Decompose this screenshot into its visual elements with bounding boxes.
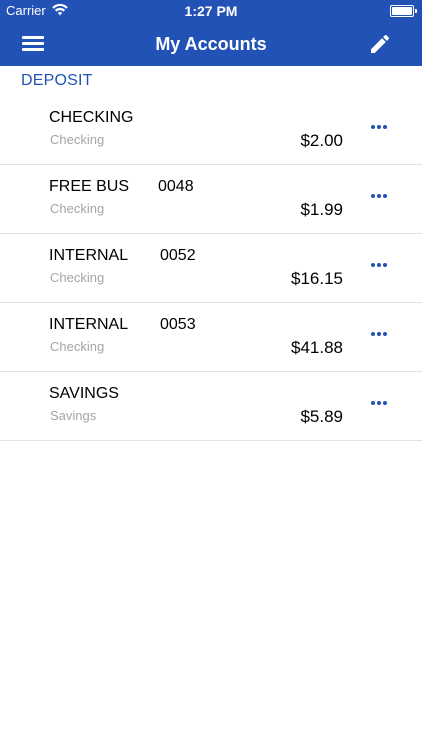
account-row[interactable]: INTERNAL 0052 Checking $16.15 xyxy=(0,234,422,303)
account-number: 0048 xyxy=(158,178,194,195)
more-options-icon[interactable] xyxy=(370,329,388,339)
page-title: My Accounts xyxy=(155,34,267,54)
account-balance: $16.15 xyxy=(291,269,343,288)
account-type: Checking xyxy=(50,201,105,216)
account-balance: $1.99 xyxy=(300,200,343,219)
account-type: Checking xyxy=(50,339,105,354)
account-balance: $2.00 xyxy=(300,131,343,150)
section-header-deposit: DEPOSIT xyxy=(21,72,93,89)
account-list: CHECKING Checking $2.00 FREE BUS 0048 Ch… xyxy=(0,96,422,441)
account-type: Savings xyxy=(50,408,97,423)
account-type: Checking xyxy=(50,270,105,285)
edit-button[interactable] xyxy=(368,32,392,56)
status-time: 1:27 PM xyxy=(184,3,238,19)
more-options-icon[interactable] xyxy=(370,191,388,201)
more-options-icon[interactable] xyxy=(370,398,388,408)
navigation-bar: My Accounts xyxy=(0,22,422,66)
account-row[interactable]: FREE BUS 0048 Checking $1.99 xyxy=(0,165,422,234)
account-name: INTERNAL xyxy=(49,247,129,264)
account-type: Checking xyxy=(50,132,105,147)
battery-icon xyxy=(390,5,417,17)
account-row[interactable]: SAVINGS Savings $5.89 xyxy=(0,372,422,441)
account-name: INTERNAL xyxy=(49,316,129,333)
account-row[interactable]: CHECKING Checking $2.00 xyxy=(0,96,422,165)
account-number: 0053 xyxy=(160,316,196,333)
account-balance: $41.88 xyxy=(291,338,343,357)
account-balance: $5.89 xyxy=(300,407,343,426)
account-name: SAVINGS xyxy=(49,385,119,402)
account-number: 0052 xyxy=(160,247,196,264)
account-row[interactable]: INTERNAL 0053 Checking $41.88 xyxy=(0,303,422,372)
more-options-icon[interactable] xyxy=(370,260,388,270)
status-bar: Carrier 1:27 PM xyxy=(0,0,422,22)
account-name: FREE BUS xyxy=(49,178,130,195)
account-name: CHECKING xyxy=(49,109,134,126)
pencil-icon xyxy=(371,34,390,53)
more-options-icon[interactable] xyxy=(370,122,388,132)
